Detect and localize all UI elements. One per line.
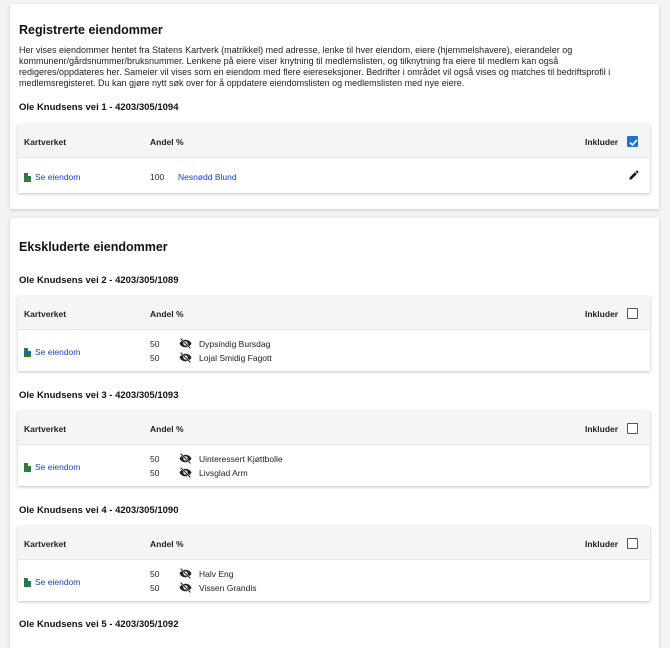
eye-off-icon — [179, 453, 192, 464]
owner-name: Vissen Grandis — [199, 583, 257, 593]
property-table-header: Kartverket Andel % Inkluder — [18, 411, 650, 445]
col-include: Inkluder — [585, 539, 619, 549]
col-include: Inkluder — [585, 424, 619, 434]
kartverket-logo-icon — [24, 577, 31, 587]
see-property-link[interactable]: Se eiendom — [24, 577, 80, 587]
kartverket-logo-icon — [24, 462, 31, 472]
include-checkbox[interactable] — [627, 423, 638, 434]
property-address: Ole Knudsens vei 5 - 4203/305/1092 — [19, 619, 179, 630]
property-table-header: Kartverket Andel % Inkluder — [18, 526, 650, 560]
registered-properties-card: Registrerte eiendommer Her vises eiendom… — [10, 4, 659, 209]
pencil-icon[interactable] — [628, 169, 640, 181]
registered-title: Registrerte eiendommer — [19, 23, 163, 37]
see-property-label: Se eiendom — [35, 172, 81, 182]
col-share: Andel % — [150, 539, 184, 549]
kartverket-logo-icon — [24, 172, 31, 182]
eye-off-icon — [179, 582, 192, 593]
eye-off-icon — [179, 352, 192, 363]
property-address: Ole Knudsens vei 2 - 4203/305/1089 — [19, 275, 179, 286]
excluded-title: Ekskluderte eiendommer — [19, 240, 168, 254]
property-table-header: Kartverket Andel % Inkluder — [18, 124, 650, 158]
owner-share: 50 — [150, 583, 160, 593]
see-property-link[interactable]: Se eiendom — [24, 462, 80, 472]
owner-name: Livsglad Arm — [199, 468, 248, 478]
property-table: Kartverket Andel % Inkluder Se eiendom 5… — [18, 411, 650, 486]
property-address: Ole Knudsens vei 3 - 4203/305/1093 — [19, 390, 179, 401]
owner-share: 50 — [150, 353, 160, 363]
eye-off-icon — [179, 338, 192, 349]
see-property-label: Se eiendom — [35, 577, 81, 587]
col-share: Andel % — [150, 137, 184, 147]
col-include: Inkluder — [585, 137, 619, 147]
col-include: Inkluder — [585, 309, 619, 319]
see-property-link[interactable]: Se eiendom — [24, 347, 80, 357]
property-table: Kartverket Andel % Inkluder Se eiendom 5… — [18, 526, 650, 601]
property-address: Ole Knudsens vei 1 - 4203/305/1094 — [19, 102, 179, 113]
owner-name: Dypsindig Bursdag — [199, 339, 271, 349]
owner-name: Halv Eng — [199, 569, 234, 579]
property-address: Ole Knudsens vei 4 - 4203/305/1090 — [19, 505, 179, 516]
see-property-label: Se eiendom — [35, 462, 81, 472]
owner-share: 50 — [150, 468, 160, 478]
col-kartverket: Kartverket — [24, 539, 67, 549]
owner-name: Uinteressert Kjøttbolle — [199, 454, 283, 464]
see-property-label: Se eiendom — [35, 347, 81, 357]
col-share: Andel % — [150, 424, 184, 434]
owner-name-link[interactable]: Nesnødd Blund — [178, 172, 237, 182]
owner-share: 100 — [150, 172, 165, 182]
registered-description: Her vises eiendommer hentet fra Statens … — [19, 45, 611, 88]
col-kartverket: Kartverket — [24, 137, 67, 147]
include-checkbox[interactable] — [627, 136, 638, 147]
property-table: Kartverket Andel % Inkluder Se eiendom 5… — [18, 296, 650, 371]
eye-off-icon — [179, 467, 192, 478]
property-table: Kartverket Andel % Inkluder Se eiendom 1… — [18, 124, 650, 193]
col-kartverket: Kartverket — [24, 309, 67, 319]
col-share: Andel % — [150, 309, 184, 319]
include-checkbox[interactable] — [627, 308, 638, 319]
kartverket-logo-icon — [24, 347, 31, 357]
eye-off-icon — [179, 568, 192, 579]
owner-share: 50 — [150, 339, 160, 349]
include-checkbox[interactable] — [627, 538, 638, 549]
owner-share: 50 — [150, 454, 160, 464]
see-property-link[interactable]: Se eiendom — [24, 172, 80, 182]
property-table-header: Kartverket Andel % Inkluder — [18, 296, 650, 330]
owner-name: Lojal Smidig Fagott — [199, 353, 272, 363]
col-kartverket: Kartverket — [24, 424, 67, 434]
owner-share: 50 — [150, 569, 160, 579]
excluded-properties-card: Ekskluderte eiendommer Ole Knudsens vei … — [10, 218, 659, 648]
